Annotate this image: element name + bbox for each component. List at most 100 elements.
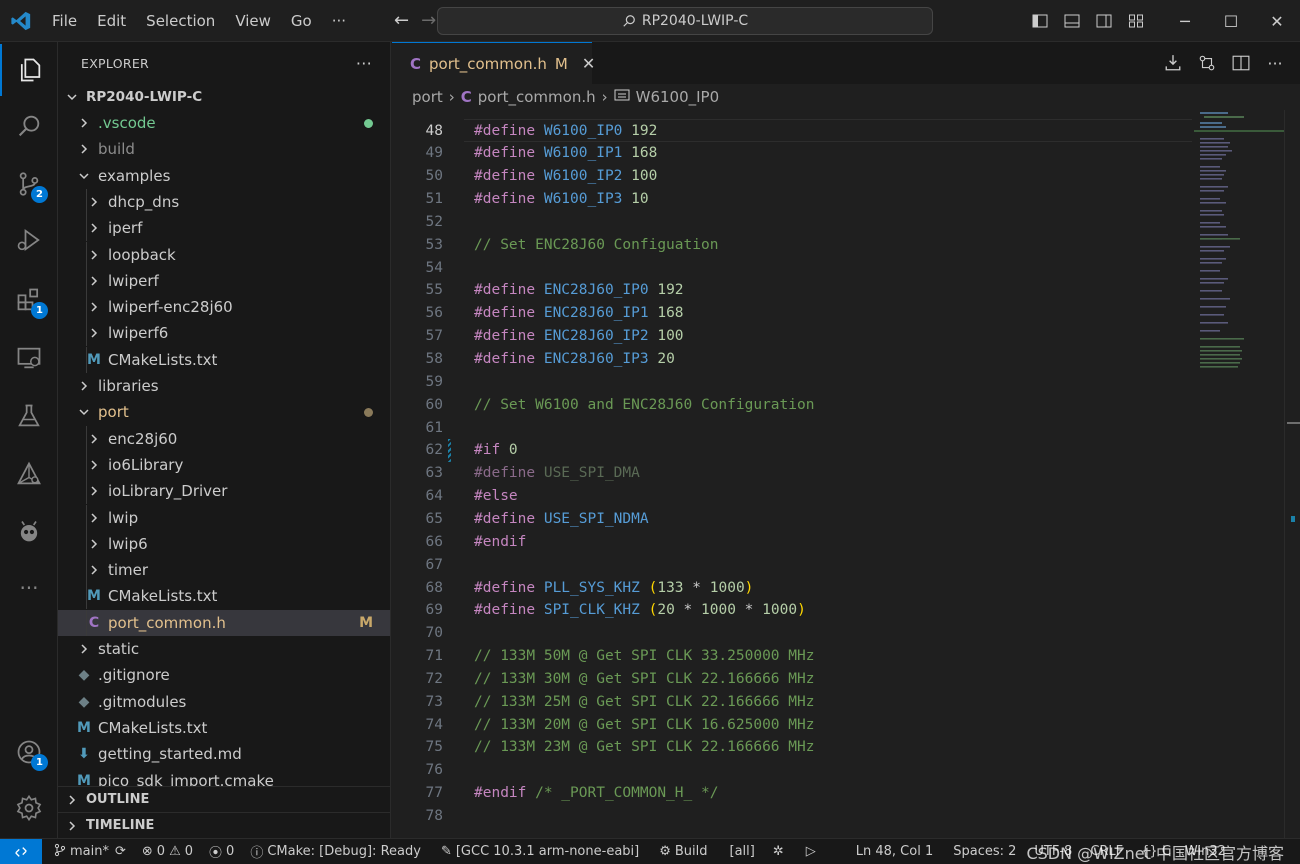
extensions-icon[interactable]: 1 (0, 274, 58, 326)
menu-item-file[interactable]: File (42, 0, 87, 42)
timeline-section[interactable]: TIMELINE (58, 812, 390, 838)
code-text: #define W6100_IP1 168 (474, 145, 657, 161)
build-button[interactable]: ⚙ Build (659, 844, 707, 859)
split-editor-icon[interactable] (1230, 54, 1252, 72)
cmake-status[interactable]: ⓘ CMake: [Debug]: Ready (250, 842, 421, 861)
git-status-dot (364, 118, 373, 128)
folder-item[interactable]: lwip (58, 504, 390, 531)
folder-item[interactable]: iperf (58, 215, 390, 242)
folder-item[interactable]: ioLibrary_Driver (58, 478, 390, 505)
explorer-more-icon[interactable]: ··· (356, 54, 372, 73)
remote-explorer-icon[interactable] (0, 332, 58, 384)
code-token: // Set ENC28J60 Configuation (474, 236, 719, 253)
file-item[interactable]: ⬇ getting_started.md (58, 741, 390, 767)
download-icon[interactable] (1162, 54, 1184, 72)
toggle-secondary-sidebar-icon[interactable] (1088, 0, 1120, 42)
menu-item-more[interactable]: ··· (322, 0, 356, 42)
close-icon[interactable]: ✕ (582, 54, 595, 73)
folder-item[interactable]: enc28j60 (58, 425, 390, 452)
code-token: USE_SPI_DMA (543, 465, 640, 482)
menu-item-view[interactable]: View (225, 0, 281, 42)
account-icon[interactable]: 1 (0, 726, 58, 778)
customize-layout-icon[interactable] (1120, 0, 1152, 42)
code-token: // Set W6100 and ENC28J60 Configuration (474, 396, 815, 413)
workspace-root[interactable]: RP2040-LWIP-C (58, 84, 390, 110)
folder-item[interactable]: .vscode (58, 110, 390, 136)
outline-section[interactable]: OUTLINE (58, 786, 390, 812)
toggle-primary-sidebar-icon[interactable] (1024, 0, 1056, 42)
folder-item[interactable]: port (58, 399, 390, 425)
folder-item[interactable]: lwip6 (58, 530, 390, 557)
vertical-scrollbar[interactable] (1284, 110, 1300, 838)
minimize-button[interactable]: ─ (1162, 0, 1208, 42)
more-icon[interactable]: ··· (0, 562, 58, 614)
maximize-button[interactable]: ☐ (1208, 0, 1254, 42)
folder-item[interactable]: libraries (58, 373, 390, 399)
ports-indicator[interactable]: ⦿ 0 (209, 842, 234, 861)
cmake-icon[interactable] (0, 448, 58, 500)
source-control-icon[interactable]: 2 (0, 158, 58, 210)
more-actions-icon[interactable]: ··· (1264, 54, 1286, 73)
run-play-icon[interactable]: ▷ (806, 844, 816, 859)
file-item[interactable]: ◆ .gitignore (58, 662, 390, 688)
line-number: 71 (425, 648, 443, 665)
settings-gear-icon[interactable] (0, 782, 58, 834)
chevron-right-icon (76, 643, 92, 655)
menu-item-edit[interactable]: Edit (87, 0, 136, 42)
git-branch[interactable]: main* (54, 843, 109, 861)
indentation[interactable]: Spaces: 2 (953, 844, 1016, 859)
folder-item[interactable]: lwiperf-enc28j60 (58, 294, 390, 321)
cmake-kit[interactable]: ✎ [GCC 10.3.1 arm-none-eabi] (441, 844, 639, 859)
folder-item[interactable]: build (58, 136, 390, 162)
folder-item[interactable]: dhcp_dns (58, 188, 390, 215)
toggle-panel-icon[interactable] (1056, 0, 1088, 42)
code-token: #define (474, 168, 544, 185)
folder-item[interactable]: static (58, 636, 390, 662)
code-token: #define (474, 465, 544, 482)
folder-item[interactable]: loopback (58, 241, 390, 268)
open-changes-icon[interactable] (1196, 54, 1218, 72)
vscode-logo-icon (0, 0, 42, 42)
code-token: #define (474, 122, 544, 139)
testing-icon[interactable] (0, 390, 58, 442)
run-debug-icon[interactable] (0, 214, 58, 266)
code-token: W6100_IP3 (543, 191, 623, 208)
explorer-icon[interactable] (0, 44, 58, 96)
forward-arrow-icon[interactable]: → (421, 10, 436, 31)
search-icon[interactable] (0, 100, 58, 152)
file-item[interactable]: M CMakeLists.txt (58, 346, 390, 373)
sync-icon[interactable]: ⟳ (115, 844, 126, 859)
remote-indicator-icon[interactable] (0, 838, 42, 864)
build-target[interactable]: [all] (730, 844, 755, 859)
folder-item[interactable]: lwiperf (58, 267, 390, 294)
breadcrumb-folder[interactable]: port (412, 88, 443, 106)
menu-item-go[interactable]: Go (281, 0, 322, 42)
file-item[interactable]: M CMakeLists.txt (58, 715, 390, 741)
file-item[interactable]: ◆ .gitmodules (58, 689, 390, 715)
minimap[interactable] (1194, 110, 1284, 838)
timeline-label: TIMELINE (86, 818, 155, 833)
debug-bug-icon[interactable]: ✲ (773, 844, 784, 859)
code-token: ENC28J60_IP1 (543, 305, 649, 322)
platformio-icon[interactable] (0, 506, 58, 558)
code-token: USE_SPI_NDMA (543, 510, 649, 527)
folder-item[interactable]: lwiperf6 (58, 320, 390, 347)
problems-indicator[interactable]: ⊗ 0 ⚠ 0 (142, 844, 193, 859)
code-editor[interactable]: 48 #define W6100_IP0 192 49 #define W6100_I… (392, 118, 1192, 838)
back-arrow-icon[interactable]: ← (394, 10, 409, 31)
file-item[interactable]: Cport_common.h M (58, 609, 390, 636)
menu-item-selection[interactable]: Selection (136, 0, 225, 42)
breadcrumb-symbol[interactable]: W6100_IP0 (636, 88, 720, 106)
folder-item[interactable]: examples (58, 163, 390, 189)
folder-item[interactable]: io6Library (58, 451, 390, 478)
close-window-button[interactable]: ✕ (1254, 0, 1300, 42)
breadcrumb-file[interactable]: port_common.h (478, 88, 596, 106)
tab-port-common-h[interactable]: C port_common.h M ✕ (392, 42, 595, 84)
file-item[interactable]: M CMakeLists.txt (58, 583, 390, 610)
source-control-badge: 2 (31, 186, 48, 203)
folder-item[interactable]: timer (58, 557, 390, 584)
warning-icon: ⚠ (169, 844, 181, 859)
cursor-position[interactable]: Ln 48, Col 1 (856, 844, 933, 859)
explorer-title: EXPLORER (81, 55, 150, 71)
command-center-search[interactable]: RP2040-LWIP-C (437, 7, 933, 35)
